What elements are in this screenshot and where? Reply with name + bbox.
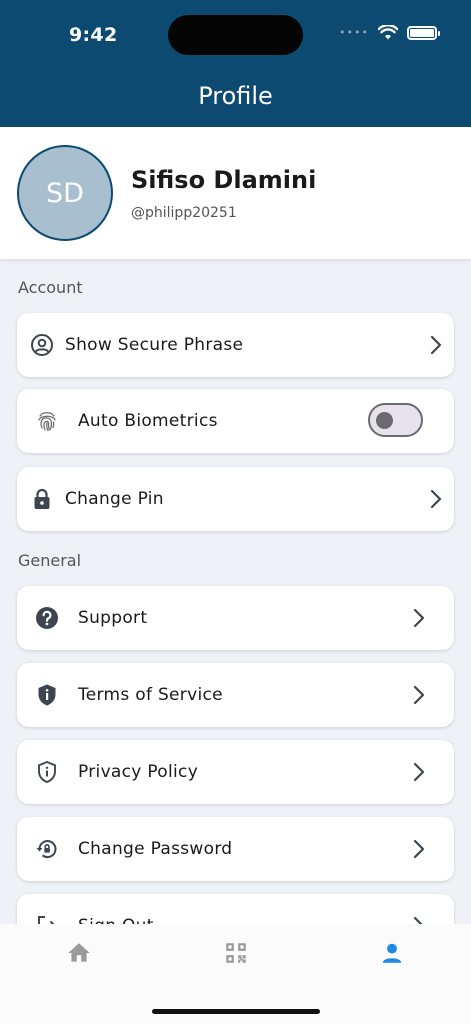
home-indicator xyxy=(152,1009,320,1014)
profile-header: SD Sifiso Dlamini @philipp20251 xyxy=(0,127,471,259)
home-icon[interactable] xyxy=(66,940,92,966)
chevron-right-icon xyxy=(413,685,425,705)
qr-code-icon[interactable] xyxy=(223,940,249,966)
privacy-policy-item[interactable]: Privacy Policy xyxy=(17,740,454,804)
battery-icon xyxy=(407,25,440,40)
wifi-icon xyxy=(378,25,398,40)
help-icon xyxy=(36,607,58,629)
profile-icon[interactable] xyxy=(379,940,405,966)
terms-of-service-label: Terms of Service xyxy=(78,685,223,705)
fingerprint-icon xyxy=(38,411,56,432)
auto-biometrics-item: Auto Biometrics xyxy=(17,389,454,453)
change-pin-label: Change Pin xyxy=(65,489,164,509)
user-circle-icon xyxy=(31,334,53,356)
change-pin-item[interactable]: Change Pin xyxy=(17,467,454,531)
chevron-right-icon xyxy=(413,839,425,859)
auto-biometrics-label: Auto Biometrics xyxy=(78,411,218,431)
show-secure-phrase-item[interactable]: Show Secure Phrase xyxy=(17,313,454,377)
status-time: 9:42 xyxy=(69,24,118,46)
support-item[interactable]: Support xyxy=(17,586,454,650)
cellular-signal-icon: •••• xyxy=(339,26,369,39)
terms-of-service-item[interactable]: Terms of Service xyxy=(17,663,454,727)
profile-name: Sifiso Dlamini xyxy=(131,166,317,194)
app-header: 9:42 •••• Profile xyxy=(0,0,471,127)
shield-outline-icon xyxy=(38,760,56,784)
page-title: Profile xyxy=(198,82,273,110)
change-password-label: Change Password xyxy=(78,839,233,859)
status-icons: •••• xyxy=(339,25,440,40)
avatar[interactable]: SD xyxy=(17,145,113,241)
chevron-right-icon xyxy=(413,762,425,782)
support-label: Support xyxy=(78,608,148,628)
chevron-right-icon xyxy=(430,489,442,509)
dynamic-island xyxy=(168,15,303,55)
lock-icon xyxy=(34,488,50,509)
show-secure-phrase-label: Show Secure Phrase xyxy=(65,335,244,355)
change-password-item[interactable]: Change Password xyxy=(17,817,454,881)
privacy-policy-label: Privacy Policy xyxy=(78,762,199,782)
profile-handle: @philipp20251 xyxy=(131,205,237,221)
auto-biometrics-toggle[interactable] xyxy=(368,403,423,437)
section-label-account: Account xyxy=(18,278,83,297)
chevron-right-icon xyxy=(413,608,425,628)
lock-reset-icon xyxy=(36,840,57,859)
chevron-right-icon xyxy=(430,335,442,355)
shield-info-icon xyxy=(38,684,56,706)
section-label-general: General xyxy=(18,551,82,570)
